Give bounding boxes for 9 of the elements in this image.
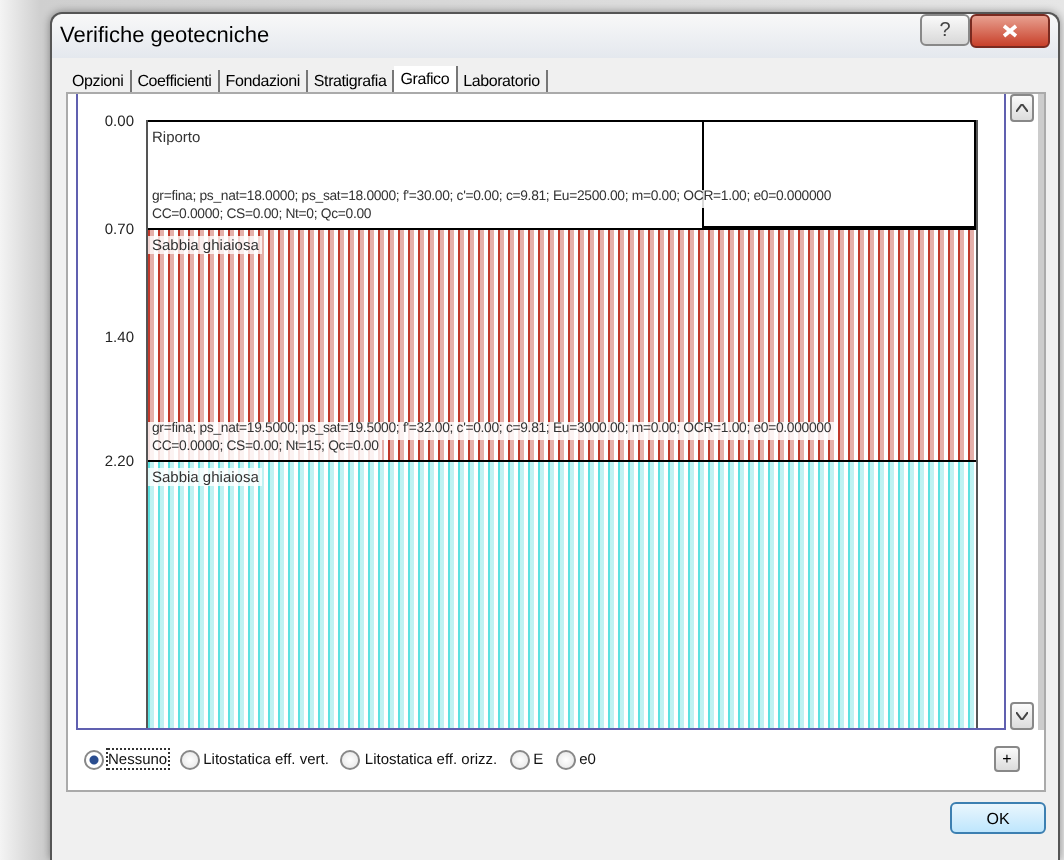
scroll-down-button[interactable] — [1010, 702, 1034, 730]
close-icon — [1002, 23, 1018, 37]
scroll-up-button[interactable] — [1010, 94, 1034, 122]
window-title: Verifiche geotecniche — [60, 24, 272, 48]
tab[interactable]: Grafico — [394, 66, 458, 92]
ok-button[interactable]: OK — [950, 802, 1046, 834]
expand-button[interactable]: + — [994, 746, 1020, 772]
close-button[interactable] — [970, 13, 1050, 47]
help-button[interactable]: ? — [920, 14, 970, 46]
